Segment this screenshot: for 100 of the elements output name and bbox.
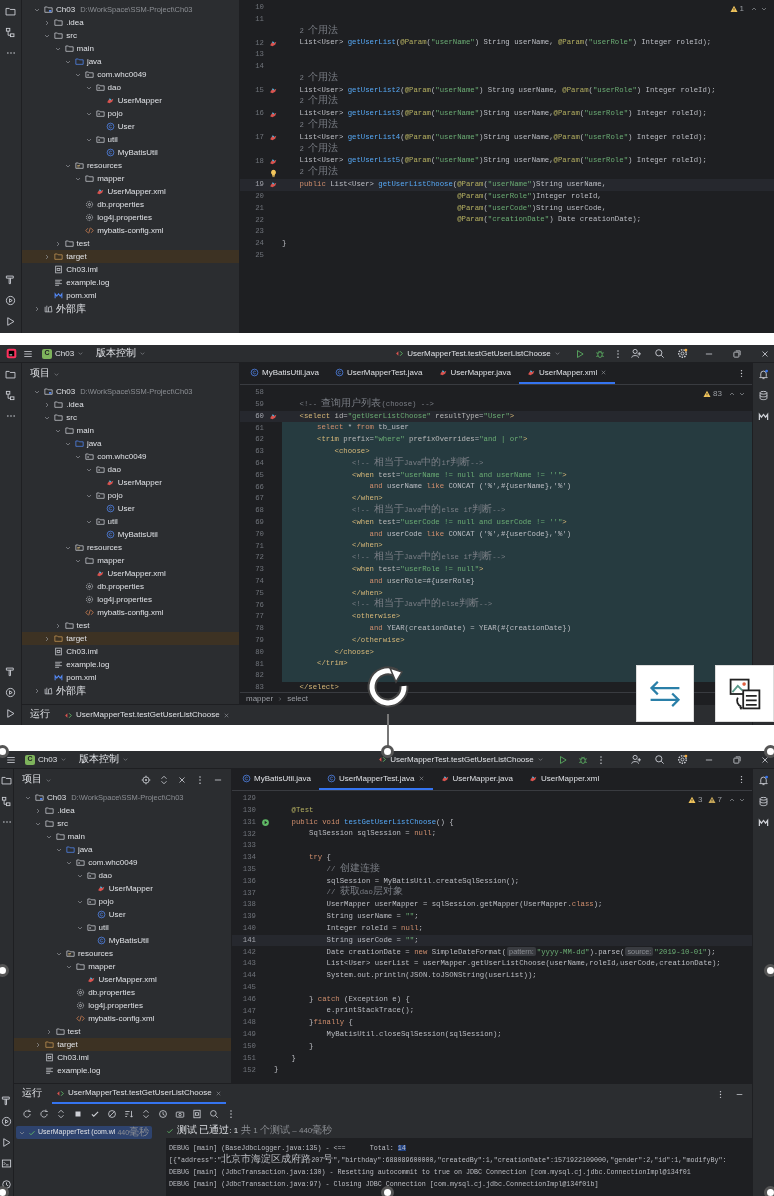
toggle-icon[interactable] (56, 1109, 66, 1119)
tree-item[interactable]: mapper (22, 554, 239, 567)
tree-item[interactable]: java (22, 437, 239, 450)
maven-icon[interactable] (758, 817, 769, 828)
vcs-menu[interactable]: 版本控制 (93, 346, 150, 361)
previous-icon[interactable] (728, 796, 736, 804)
tree-item[interactable]: UserMapper.xml (14, 973, 231, 986)
tree-item[interactable]: resources (22, 541, 239, 554)
tree-item[interactable]: Ch03.iml (14, 1051, 231, 1064)
tree-item[interactable]: User (14, 908, 231, 921)
editor-tab[interactable]: UserMapper.xml (521, 769, 608, 790)
build-icon[interactable] (5, 274, 16, 285)
tree-item[interactable]: 外部库 (22, 684, 239, 697)
services-icon[interactable] (5, 295, 16, 306)
tree-item[interactable]: main (14, 830, 231, 843)
tree-item[interactable]: com.whc0049 (14, 856, 231, 869)
stop-icon[interactable] (73, 1109, 83, 1119)
run-icon[interactable] (260, 818, 270, 827)
search-icon[interactable] (654, 348, 665, 359)
swap-button[interactable] (636, 665, 694, 722)
resize-handle[interactable] (381, 1186, 394, 1196)
add-user-icon[interactable] (631, 348, 642, 359)
tree-item[interactable]: java (22, 55, 239, 68)
rerun-icon[interactable] (22, 1109, 32, 1119)
tree-item[interactable]: User (22, 120, 239, 133)
notifications-icon[interactable] (758, 369, 769, 380)
editor-tab[interactable]: UserMapperTest.java (318, 769, 433, 790)
settings-icon[interactable] (677, 754, 688, 765)
project-view-selector[interactable]: 项目 (22, 774, 52, 786)
tree-item[interactable]: mybatis-config.xml (22, 606, 239, 619)
close-icon[interactable] (222, 711, 230, 719)
tree-item[interactable]: example.log (14, 1064, 231, 1077)
tree-item[interactable]: dao (22, 463, 239, 476)
warning-count[interactable]: 1 (739, 3, 744, 15)
tree-item[interactable]: db.properties (22, 198, 239, 211)
tree-item[interactable]: .idea (22, 398, 239, 411)
clock-icon[interactable] (1, 1179, 12, 1190)
run-icon[interactable] (574, 348, 585, 359)
warning-count[interactable]: 7 (717, 794, 722, 806)
close-icon[interactable] (760, 348, 770, 359)
build-icon[interactable] (1, 1095, 12, 1106)
next-icon[interactable] (738, 390, 746, 398)
tree-item[interactable]: log4j.properties (22, 211, 239, 224)
tree-item[interactable]: db.properties (14, 986, 231, 999)
project-icon[interactable] (5, 6, 16, 17)
tree-item[interactable]: resources (22, 159, 239, 172)
tree-item[interactable]: mapper (22, 172, 239, 185)
editor-tab[interactable]: UserMapperTest.java (326, 363, 431, 384)
find-icon[interactable] (209, 1109, 219, 1119)
tree-item[interactable]: .idea (14, 804, 231, 817)
tree-item[interactable]: resources (14, 947, 231, 960)
tree-item[interactable]: util (22, 133, 239, 146)
tree-item[interactable]: util (22, 515, 239, 528)
tree-item[interactable]: src (14, 817, 231, 830)
tree-item[interactable]: MyBatisUtil (22, 528, 239, 541)
editor-tab[interactable]: MyBatisUtil.java (242, 363, 327, 384)
tree-item[interactable]: example.log (22, 658, 239, 671)
structure-icon[interactable] (5, 390, 16, 401)
tree-item[interactable]: MyBatisUtil (22, 146, 239, 159)
terminal-icon[interactable] (1, 1158, 12, 1169)
warning-count[interactable]: 3 (698, 794, 703, 806)
tree-item[interactable]: example.log (22, 276, 239, 289)
next-icon[interactable] (738, 796, 746, 804)
tree-item[interactable]: UserMapper.xml (22, 567, 239, 580)
project-view-selector[interactable]: 项目 (30, 368, 60, 380)
tree-item[interactable]: UserMapper (22, 94, 239, 107)
breadcrumb-item[interactable]: select (287, 692, 309, 705)
run-icon[interactable] (557, 754, 568, 765)
debug-icon[interactable] (594, 348, 605, 359)
run-tab[interactable]: UserMapperTest.testGetUserListChoose (60, 705, 234, 725)
tree-item[interactable]: db.properties (22, 580, 239, 593)
restore-icon[interactable] (732, 348, 742, 359)
previous-icon[interactable] (750, 5, 758, 13)
close-icon[interactable] (214, 1089, 222, 1097)
build-icon[interactable] (5, 666, 16, 677)
editor-tab[interactable]: UserMapper.java (432, 769, 521, 790)
warning-count[interactable]: 83 (713, 388, 722, 400)
breadcrumb-item[interactable]: mapper (246, 692, 274, 705)
tree-item[interactable]: test (22, 237, 239, 250)
tree-item[interactable]: dao (14, 869, 231, 882)
tree-item[interactable]: main (22, 424, 239, 437)
services-icon[interactable] (5, 687, 16, 698)
tree-item[interactable]: pom.xml (22, 289, 239, 302)
notifications-icon[interactable] (758, 775, 769, 786)
tree-item[interactable]: test (14, 1025, 231, 1038)
tree-item[interactable]: UserMapper (22, 476, 239, 489)
cancel-icon[interactable] (107, 1109, 117, 1119)
editor-tab[interactable]: MyBatisUtil.java (234, 769, 319, 790)
search-icon[interactable] (654, 754, 665, 765)
tree-item[interactable]: log4j.properties (14, 999, 231, 1012)
run-icon[interactable] (5, 708, 16, 719)
database-icon[interactable] (758, 796, 769, 807)
tree-item[interactable]: log4j.properties (22, 593, 239, 606)
tree-item[interactable]: main (22, 42, 239, 55)
resize-handle[interactable] (764, 745, 774, 758)
resize-handle[interactable] (764, 964, 774, 977)
structure-icon[interactable] (1, 796, 12, 807)
chevron-right-icon[interactable] (33, 304, 41, 313)
tree-item[interactable]: mapper (14, 960, 231, 973)
run-tab[interactable]: UserMapperTest.testGetUserListChoose (52, 1084, 226, 1104)
